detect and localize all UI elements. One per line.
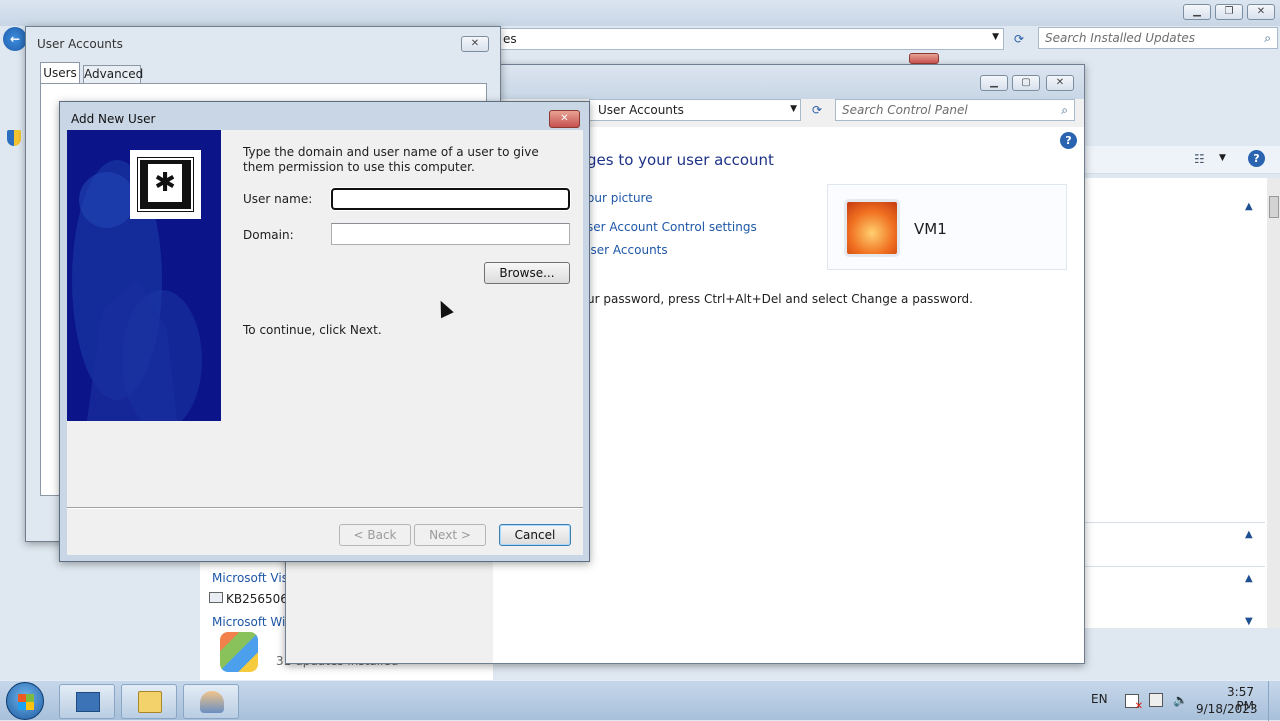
account-name: VM1 [914, 220, 947, 238]
tab-users[interactable]: Users [40, 62, 80, 84]
list-item[interactable]: Microsoft Win [212, 615, 293, 629]
restore-button[interactable]: ❐ [1215, 4, 1243, 20]
close-button[interactable] [909, 53, 939, 64]
list-item[interactable]: Microsoft Visu [212, 571, 296, 585]
start-button[interactable] [6, 682, 44, 720]
uac-settings-link[interactable]: ser Account Control settings [587, 220, 757, 234]
action-center-icon[interactable]: ✕ [1125, 694, 1143, 712]
manage-accounts-link[interactable]: Jser Accounts [587, 243, 668, 257]
close-button[interactable]: ✕ [1046, 75, 1074, 91]
password-note: ur password, press Ctrl+Alt+Del and sele… [587, 292, 973, 306]
chevron-down-icon[interactable]: ▼ [1245, 616, 1253, 627]
chevron-down-icon[interactable]: ▼ [790, 104, 797, 114]
breadcrumb-text: User Accounts [598, 103, 684, 117]
maximize-button[interactable]: ▢ [1012, 75, 1040, 91]
group-header [1085, 522, 1265, 523]
windows-update-icon [220, 632, 258, 672]
refresh-icon[interactable]: ⟳ [1008, 28, 1030, 50]
dialog-title: Add New User [71, 112, 156, 126]
key-folder-icon [138, 691, 162, 713]
close-button[interactable]: ✕ [1247, 4, 1275, 20]
search-icon: ⌕ [1264, 31, 1271, 45]
search-placeholder: Search Installed Updates [1045, 31, 1195, 45]
network-user-icon: ✱ [130, 150, 201, 219]
group-header [1085, 566, 1265, 567]
back-button[interactable]: < Back [339, 524, 411, 546]
updates-address-bar[interactable]: es ▼ [496, 28, 1004, 50]
chevron-down-icon[interactable]: ▼ [1219, 153, 1226, 163]
taskbar: EN ✕ 🔈 3:57 PM 9/18/2023 [0, 680, 1280, 721]
browse-button[interactable]: Browse... [484, 262, 570, 284]
account-card: VM1 [827, 184, 1067, 270]
search-control-panel-input[interactable]: Search Control Panel ⌕ [835, 99, 1075, 121]
tab-label: Advanced [84, 67, 144, 81]
user-accounts-taskbar-button[interactable] [183, 684, 239, 719]
minimize-button[interactable]: ▁ [980, 75, 1008, 91]
domain-input[interactable] [331, 223, 570, 245]
refresh-icon[interactable]: ⟳ [806, 99, 828, 121]
shield-icon [7, 130, 21, 146]
network-icon[interactable] [1149, 693, 1163, 707]
clock-date[interactable]: 9/18/2023 [1196, 702, 1258, 716]
avatar [844, 199, 900, 257]
view-options-toolbar: ☷ ▼ ? [1084, 146, 1280, 174]
window-title: User Accounts [37, 37, 123, 51]
chevron-up-icon[interactable]: ▲ [1245, 529, 1253, 540]
show-desktop-button[interactable] [1268, 681, 1280, 721]
help-icon[interactable]: ? [1060, 132, 1077, 149]
server-manager-taskbar-button[interactable] [59, 684, 115, 719]
domain-label: Domain: [243, 228, 294, 242]
volume-icon[interactable]: 🔈 [1173, 693, 1188, 707]
windows-logo-icon [18, 694, 34, 710]
mouse-cursor [434, 297, 454, 319]
address-text: es [503, 32, 517, 46]
control-panel-taskbar-button[interactable] [121, 684, 177, 719]
language-indicator[interactable]: EN [1091, 692, 1108, 706]
search-updates-input[interactable]: Search Installed Updates ⌕ [1038, 27, 1278, 49]
dialog-body: ✱ Type the domain and user name of a use… [67, 130, 583, 555]
chevron-up-icon[interactable]: ▲ [1245, 573, 1253, 584]
back-arrow-icon[interactable]: ← [3, 27, 27, 51]
page-title: ges to your user account [587, 151, 774, 169]
server-manager-icon [76, 692, 100, 712]
scrollbar-thumb[interactable] [1269, 196, 1279, 218]
view-icon[interactable]: ☷ [1194, 152, 1205, 166]
tab-advanced[interactable]: Advanced [83, 65, 144, 84]
username-label: User name: [243, 192, 313, 206]
help-icon[interactable]: ? [1248, 150, 1265, 167]
add-new-user-dialog: Add New User ✕ ✱ Type the domain and use… [59, 101, 590, 562]
minimize-button[interactable]: ▁ [1183, 4, 1211, 20]
username-input[interactable] [330, 187, 571, 211]
breadcrumb[interactable]: User Accounts ▼ [589, 99, 801, 121]
next-button[interactable]: Next > [414, 524, 486, 546]
continue-text: To continue, click Next. [243, 323, 382, 337]
users-icon [200, 691, 224, 713]
installed-updates-titlebar: ▁ ❐ ✕ [0, 0, 1280, 26]
tab-label: Users [43, 66, 77, 80]
close-button[interactable]: ✕ [461, 36, 489, 52]
updates-right-panel: ▲ ▲ ▲ ▼ [1084, 178, 1280, 628]
wizard-banner: ✱ [67, 130, 221, 421]
chevron-down-icon[interactable]: ▼ [992, 32, 999, 42]
change-picture-link[interactable]: our picture [587, 191, 653, 205]
instruction-text: Type the domain and user name of a user … [243, 145, 539, 174]
cancel-button[interactable]: Cancel [499, 524, 571, 546]
separator [67, 507, 583, 509]
update-icon [209, 592, 223, 603]
search-icon: ⌕ [1061, 103, 1068, 117]
chevron-up-icon[interactable]: ▲ [1245, 201, 1253, 212]
scrollbar[interactable] [1267, 178, 1280, 628]
close-button[interactable]: ✕ [549, 110, 580, 128]
search-placeholder: Search Control Panel [842, 103, 968, 117]
